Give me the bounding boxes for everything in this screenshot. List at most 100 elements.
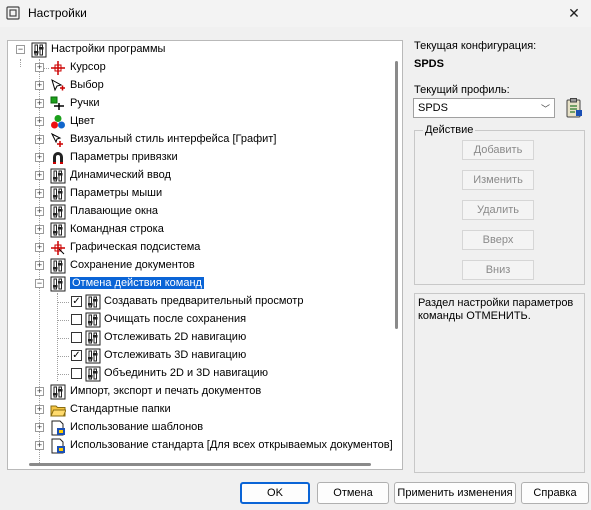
expand-icon[interactable]: +	[35, 63, 44, 72]
collapse-icon[interactable]: −	[35, 279, 44, 288]
tree-option-label: Объединить 2D и 3D навигацию	[104, 367, 269, 379]
checkbox[interactable]	[71, 332, 82, 343]
expand-icon[interactable]: +	[35, 171, 44, 180]
tree-item-standards[interactable]: + Использование стандарта [Для всех откр…	[8, 437, 393, 455]
settings-node-icon	[50, 276, 66, 292]
apply-button[interactable]: Применить изменения	[394, 482, 516, 504]
tree-option-track-3d[interactable]: ✓ Отслеживать 3D навигацию	[8, 347, 388, 365]
expand-icon[interactable]: +	[35, 225, 44, 234]
tree-option-label: Отслеживать 2D навигацию	[104, 331, 247, 343]
tree-item-selection[interactable]: + Выбор	[8, 77, 388, 95]
tree-item-label: Курсор	[70, 61, 106, 73]
tree-item-dynamic-input[interactable]: + Динамический ввод	[8, 167, 388, 185]
tree-item-label: Параметры привязки	[70, 151, 178, 163]
tree-item-visual-style[interactable]: + Визуальный стиль интерфейса [Графит]	[8, 131, 388, 149]
move-down-button[interactable]: Вниз	[462, 260, 534, 280]
settings-node-icon	[85, 312, 101, 328]
change-button[interactable]: Изменить	[462, 170, 534, 190]
expand-icon[interactable]: +	[35, 261, 44, 270]
tree-item-label: Динамический ввод	[70, 169, 171, 181]
magnet-icon	[53, 152, 63, 164]
expand-icon[interactable]: +	[35, 441, 44, 450]
tree-item-standard-folders[interactable]: + Стандартные папки	[8, 401, 388, 419]
cancel-button[interactable]: Отмена	[317, 482, 389, 504]
window-title: Настройки	[28, 6, 87, 20]
tree-vertical-scrollbar[interactable]	[391, 41, 402, 459]
help-button[interactable]: Справка	[521, 482, 589, 504]
settings-node-icon	[85, 330, 101, 346]
tree-item-label: Графическая подсистема	[70, 241, 201, 253]
description-text: Раздел настройки параметров команды ОТМЕ…	[418, 297, 574, 322]
tree-option-label: Создавать предварительный просмотр	[104, 295, 304, 307]
tree-horizontal-scrollbar[interactable]	[8, 458, 393, 469]
checkbox[interactable]	[71, 368, 82, 379]
cursor-icon	[51, 61, 65, 75]
expand-icon[interactable]: +	[35, 387, 44, 396]
tree-item-color[interactable]: + Цвет	[8, 113, 388, 131]
tree-item-label: Цвет	[70, 115, 95, 127]
tree-item-snap[interactable]: + Параметры привязки	[8, 149, 388, 167]
folder-icon	[50, 405, 66, 417]
expand-icon[interactable]: +	[35, 207, 44, 216]
collapse-icon[interactable]: −	[16, 45, 25, 54]
tree-item-label: Командная строка	[70, 223, 164, 235]
tree-item-label: Визуальный стиль интерфейса [Графит]	[70, 133, 277, 145]
settings-node-icon	[31, 42, 47, 58]
graphics-icon	[51, 241, 65, 255]
checkbox[interactable]: ✓	[71, 350, 82, 361]
delete-button[interactable]: Удалить	[462, 200, 534, 220]
scrollbar-thumb[interactable]	[29, 463, 371, 466]
expand-icon[interactable]: +	[35, 99, 44, 108]
expand-icon[interactable]: +	[35, 405, 44, 414]
scrollbar-thumb[interactable]	[395, 61, 398, 329]
expand-icon[interactable]: +	[35, 135, 44, 144]
profile-select[interactable]: SPDS ﹀	[413, 98, 555, 118]
tree-option-track-2d[interactable]: Отслеживать 2D навигацию	[8, 329, 388, 347]
tree-item-templates[interactable]: + Использование шаблонов	[8, 419, 388, 437]
tree-item-label: Ручки	[70, 97, 100, 109]
close-icon[interactable]: ✕	[563, 3, 585, 23]
expand-icon[interactable]: +	[35, 423, 44, 432]
settings-node-icon	[50, 186, 66, 202]
selection-icon	[51, 78, 65, 92]
expand-icon[interactable]: +	[35, 189, 44, 198]
tree-item-undo[interactable]: − Отмена действия команд	[8, 275, 388, 293]
settings-node-icon	[50, 384, 66, 400]
settings-node-icon	[50, 168, 66, 184]
grips-icon	[50, 96, 64, 110]
checkbox[interactable]: ✓	[71, 296, 82, 307]
tree-option-preview[interactable]: ✓ Создавать предварительный просмотр	[8, 293, 388, 311]
tree-item-label: Стандартные папки	[70, 403, 171, 415]
color-icon	[51, 115, 65, 129]
tree-item-label: Выбор	[70, 79, 104, 91]
action-legend: Действие	[423, 124, 476, 136]
add-button[interactable]: Добавить	[462, 140, 534, 160]
tree-option-label: Очищать после сохранения	[104, 313, 247, 325]
settings-node-icon	[50, 258, 66, 274]
tree-item-mouse[interactable]: + Параметры мыши	[8, 185, 388, 203]
tree-item-floating-windows[interactable]: + Плавающие окна	[8, 203, 388, 221]
tree-item-cursor[interactable]: + Курсор	[8, 59, 388, 77]
tree-root[interactable]: − Настройки программы	[8, 41, 388, 59]
checkbox[interactable]	[71, 314, 82, 325]
tree-item-command-line[interactable]: + Командная строка	[8, 221, 388, 239]
settings-tree[interactable]: − Настройки программы + Курсор + Выбор +…	[7, 40, 403, 470]
tree-item-graphics[interactable]: + Графическая подсистема	[8, 239, 388, 257]
profile-select-value: SPDS	[418, 102, 448, 114]
expand-icon[interactable]: +	[35, 81, 44, 90]
tree-option-clear-after-save[interactable]: Очищать после сохранения	[8, 311, 388, 329]
expand-icon[interactable]: +	[35, 117, 44, 126]
tree-item-import-export[interactable]: + Импорт, экспорт и печать документов	[8, 383, 388, 401]
expand-icon[interactable]: +	[35, 153, 44, 162]
visual-style-icon	[50, 132, 63, 147]
tree-item-grips[interactable]: + Ручки	[8, 95, 388, 113]
settings-node-icon	[85, 294, 101, 310]
move-up-button[interactable]: Вверх	[462, 230, 534, 250]
tree-item-saving[interactable]: + Сохранение документов	[8, 257, 388, 275]
profile-clipboard-icon[interactable]	[563, 97, 585, 119]
ok-button[interactable]: OK	[240, 482, 310, 504]
expand-icon[interactable]: +	[35, 243, 44, 252]
tree-root-label: Настройки программы	[51, 43, 166, 55]
settings-node-icon	[50, 222, 66, 238]
tree-option-merge-2d-3d[interactable]: Объединить 2D и 3D навигацию	[8, 365, 388, 383]
